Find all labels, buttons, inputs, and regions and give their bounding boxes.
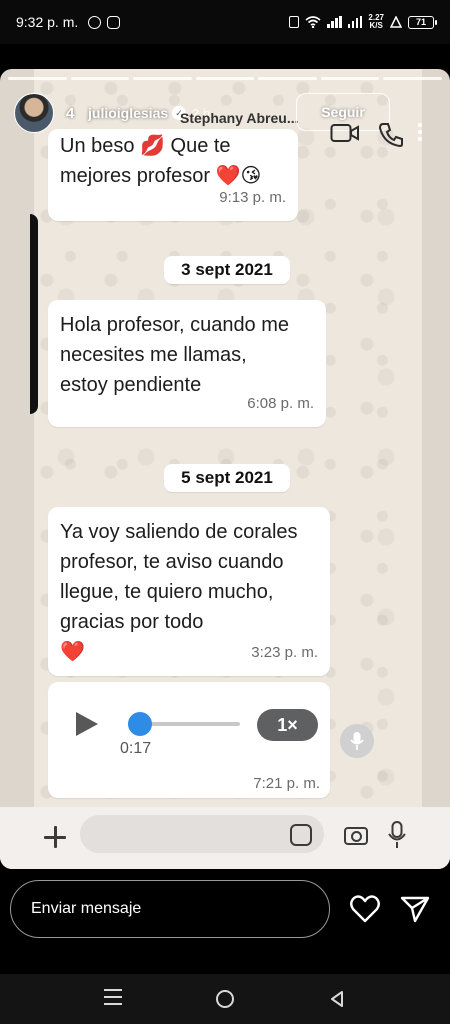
video-call-icon[interactable] (330, 122, 360, 144)
battery-icon: 71 (408, 15, 437, 29)
more-icon[interactable] (414, 122, 426, 142)
signal-icon-1 (327, 16, 342, 28)
story-username[interactable]: julioiglesias (88, 105, 168, 121)
sticker-icon[interactable] (290, 824, 312, 846)
story-header: 4 julioiglesias ✓ 2 h Stephany Abreu... … (0, 89, 450, 148)
progress-segment (258, 77, 317, 80)
status-bar: 9:32 p. m. 2.27 K/S 71 (0, 0, 450, 44)
progress-segment (383, 77, 443, 80)
progress-segment (320, 77, 380, 80)
signal-icon-2 (347, 16, 363, 28)
send-message-placeholder: Enviar mensaje (31, 900, 142, 917)
message-time: 3:23 p. m. (251, 644, 318, 661)
menu-icon[interactable] (104, 989, 122, 1007)
story-progress (8, 77, 443, 80)
message-time: 9:13 p. m. (219, 189, 286, 206)
mic-badge-icon (340, 724, 374, 758)
play-icon[interactable] (76, 712, 98, 736)
instagram-icon (107, 15, 121, 29)
story-card[interactable]: Un beso 💋 Que te mejores profesor ❤️😘 9:… (0, 69, 450, 869)
playback-speed-button[interactable]: 1× (257, 709, 318, 741)
avatar[interactable] (14, 93, 54, 133)
voice-progress-thumb[interactable] (128, 712, 152, 736)
home-icon[interactable] (216, 990, 234, 1008)
mic-icon[interactable] (388, 821, 406, 849)
message-text: Ya voy saliendo de corales profesor, te … (60, 521, 298, 633)
date-chip: 3 sept 2021 (164, 256, 290, 284)
whatsapp-input-bar (0, 807, 450, 869)
heart-emoji: ❤️ (60, 641, 85, 663)
net-speed: 2.27 K/S (368, 14, 384, 30)
progress-segment (195, 77, 255, 80)
vibrate-icon (289, 16, 300, 28)
story-number: 4 (66, 105, 75, 122)
wifi-icon (305, 16, 321, 28)
send-icon[interactable] (400, 895, 430, 923)
net-speed-unit: K/S (369, 21, 383, 30)
chat-message: Un beso 💋 Que te mejores profesor ❤️😘 9:… (48, 129, 298, 221)
voice-duration: 0:17 (120, 740, 152, 757)
chat-edge (30, 214, 38, 414)
progress-segment (8, 77, 67, 80)
progress-segment (133, 77, 192, 80)
status-right: 2.27 K/S 71 (289, 14, 437, 30)
camera-icon[interactable] (344, 827, 368, 845)
message-time: 6:08 p. m. (247, 395, 314, 412)
progress-segment (70, 77, 130, 80)
back-icon[interactable] (328, 990, 346, 1008)
notification-icons (88, 15, 121, 29)
plus-icon[interactable] (42, 824, 68, 850)
message-text: Hola profesor, cuando me necesites me ll… (60, 314, 290, 396)
phone-icon[interactable] (378, 122, 404, 148)
voice-progress-track[interactable] (128, 712, 240, 736)
data-saver-icon (390, 16, 402, 28)
heart-icon[interactable] (350, 895, 380, 923)
navigation-bar (0, 974, 450, 1024)
send-message-input[interactable]: Enviar mensaje (10, 880, 330, 938)
message-text: Un beso 💋 Que te mejores profesor ❤️😘 (60, 135, 262, 187)
status-time: 9:32 p. m. (16, 14, 79, 30)
date-chip: 5 sept 2021 (164, 464, 290, 492)
whatsapp-icon (88, 15, 102, 29)
chat-contact-name: Stephany Abreu... (180, 110, 299, 126)
message-time: 7:21 p. m. (253, 775, 320, 792)
chat-message: Hola profesor, cuando me necesites me ll… (48, 300, 326, 427)
voice-message: 0:17 1× 7:21 p. m. (48, 682, 330, 798)
chat-message: Ya voy saliendo de corales profesor, te … (48, 507, 330, 676)
whatsapp-message-field[interactable] (80, 815, 324, 853)
